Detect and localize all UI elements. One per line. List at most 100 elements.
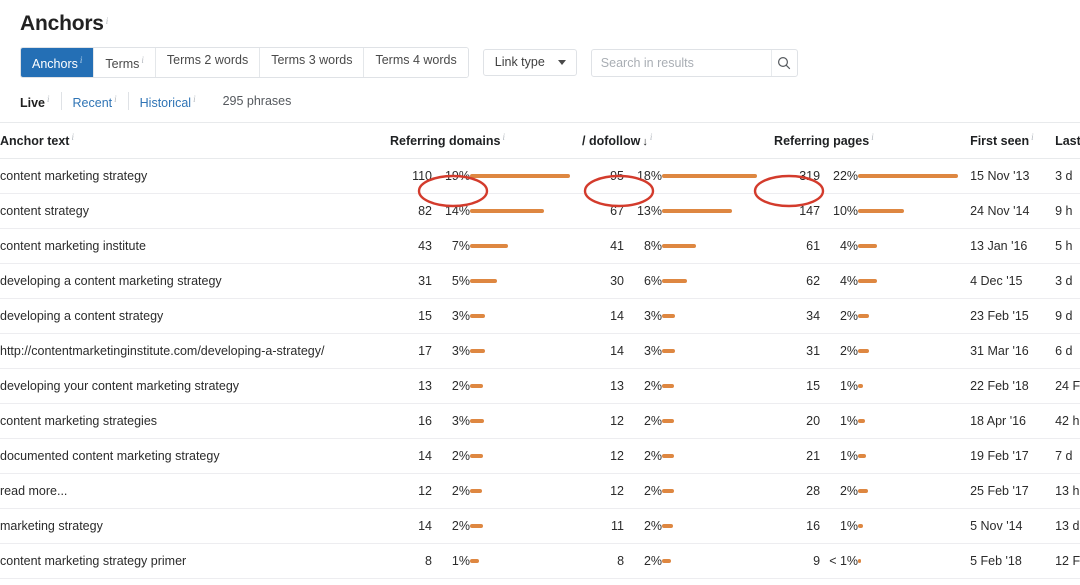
table-row[interactable]: content marketing institute437%418%614%1… <box>0 229 1080 264</box>
dofollow-bar-fill <box>662 314 675 318</box>
referring-pages-bar <box>858 194 970 229</box>
column-header-first-seen[interactable]: First seeni <box>970 123 1055 159</box>
anchor-text-cell[interactable]: http://contentmarketinginstitute.com/dev… <box>0 334 390 369</box>
table-row[interactable]: developing a content strategy153%143%342… <box>0 299 1080 334</box>
referring-pages-bar <box>858 404 970 439</box>
subfilter-recent[interactable]: Recenti <box>62 92 129 110</box>
subfilter-recent-info-icon[interactable]: i <box>114 94 117 104</box>
dofollow-bar-fill <box>662 209 732 213</box>
table-row[interactable]: read more...122%122%282%25 Feb '1713 h <box>0 474 1080 509</box>
referring-domains-bar <box>470 474 582 509</box>
sort-descending-icon[interactable]: ↓ <box>642 136 648 148</box>
referring-domains-bar <box>470 544 582 579</box>
table-row[interactable]: developing your content marketing strate… <box>0 369 1080 404</box>
referring-pages-percent: < 1% <box>820 544 858 579</box>
anchor-text-info-icon[interactable]: i <box>71 132 74 142</box>
dofollow-percent: 2% <box>624 439 662 474</box>
first-seen-value: 23 Feb '15 <box>970 299 1055 334</box>
tab-anchors[interactable]: Anchorsi <box>21 48 94 77</box>
referring-pages-bar-fill <box>858 524 863 528</box>
table-row[interactable]: content marketing strategy primer81%82%9… <box>0 544 1080 579</box>
last-check-value: 9 h <box>1055 194 1080 229</box>
column-header-anchor-text[interactable]: Anchor texti <box>0 123 390 159</box>
column-header-dofollow[interactable]: / dofollow↓i <box>582 123 774 159</box>
table-row[interactable]: marketing strategy142%112%161%5 Nov '141… <box>0 509 1080 544</box>
dofollow-value: 12 <box>582 439 624 474</box>
referring-domains-percent: 2% <box>432 509 470 544</box>
referring-domains-percent: 19% <box>432 159 470 194</box>
referring-domains-bar-fill <box>470 349 485 353</box>
referring-domains-percent: 2% <box>432 439 470 474</box>
last-check-value: 7 d <box>1055 439 1080 474</box>
tab-terms[interactable]: Termsi <box>94 48 156 77</box>
referring-domains-bar-fill <box>470 279 497 283</box>
subfilter-historical-info-icon[interactable]: i <box>193 94 196 104</box>
page-title-info-icon[interactable]: i <box>106 16 109 26</box>
referring-pages-percent: 1% <box>820 369 858 404</box>
anchor-text-cell[interactable]: developing a content marketing strategy <box>0 264 390 299</box>
dofollow-value: 8 <box>582 544 624 579</box>
link-type-dropdown[interactable]: Link type <box>483 49 577 76</box>
table-row[interactable]: content marketing strategies163%122%201%… <box>0 404 1080 439</box>
anchor-text-cell[interactable]: content marketing strategy <box>0 159 390 194</box>
anchor-text-cell[interactable]: content marketing strategies <box>0 404 390 439</box>
table-row[interactable]: http://contentmarketinginstitute.com/dev… <box>0 334 1080 369</box>
tab-anchors-info-icon[interactable]: i <box>80 55 83 65</box>
subfilter-historical[interactable]: Historicali <box>129 92 207 110</box>
subfilter-live[interactable]: Livei <box>20 92 62 110</box>
referring-pages-percent: 10% <box>820 194 858 229</box>
last-check-value: 5 h <box>1055 229 1080 264</box>
anchor-text-cell[interactable]: documented content marketing strategy <box>0 439 390 474</box>
subfilter-live-info-icon[interactable]: i <box>47 94 50 104</box>
referring-pages-value: 319 <box>774 159 820 194</box>
anchor-text-cell[interactable]: developing a content strategy <box>0 299 390 334</box>
referring-domains-bar <box>470 229 582 264</box>
anchor-text-cell[interactable]: developing your content marketing strate… <box>0 369 390 404</box>
search-button[interactable] <box>771 50 797 76</box>
referring-pages-value: 20 <box>774 404 820 439</box>
tab-terms-2-words[interactable]: Terms 2 words <box>156 48 260 77</box>
anchor-text-cell[interactable]: read more... <box>0 474 390 509</box>
first-seen-value: 15 Nov '13 <box>970 159 1055 194</box>
anchor-text-cell[interactable]: marketing strategy <box>0 509 390 544</box>
column-header-last-check[interactable]: Last checki <box>1055 123 1080 159</box>
column-header-referring-pages[interactable]: Referring pagesi <box>774 123 970 159</box>
dofollow-info-icon[interactable]: i <box>650 132 653 142</box>
first-seen-info-icon[interactable]: i <box>1031 132 1034 142</box>
anchor-text-cell[interactable]: content strategy <box>0 194 390 229</box>
search-input[interactable] <box>592 50 771 76</box>
anchor-text-cell[interactable]: content marketing institute <box>0 229 390 264</box>
tab-terms-3-words[interactable]: Terms 3 words <box>260 48 364 77</box>
dofollow-percent: 13% <box>624 194 662 229</box>
anchors-table: Anchor texti Referring domainsi / dofoll… <box>0 123 1080 579</box>
first-seen-value: 24 Nov '14 <box>970 194 1055 229</box>
referring-domains-percent: 14% <box>432 194 470 229</box>
referring-pages-info-icon[interactable]: i <box>871 132 874 142</box>
anchor-text-cell[interactable]: content marketing strategy primer <box>0 544 390 579</box>
subfilter-recent-label: Recent <box>73 96 113 110</box>
tab-terms-info-icon[interactable]: i <box>141 55 144 65</box>
first-seen-value: 19 Feb '17 <box>970 439 1055 474</box>
table-row[interactable]: content marketing strategy11019%9518%319… <box>0 159 1080 194</box>
referring-domains-info-icon[interactable]: i <box>502 132 505 142</box>
first-seen-value: 5 Nov '14 <box>970 509 1055 544</box>
referring-pages-bar <box>858 229 970 264</box>
referring-domains-bar-fill <box>470 489 482 493</box>
table-row[interactable]: developing a content marketing strategy3… <box>0 264 1080 299</box>
referring-pages-bar-fill <box>858 419 865 423</box>
column-header-referring-domains[interactable]: Referring domainsi <box>390 123 582 159</box>
first-seen-value: 13 Jan '16 <box>970 229 1055 264</box>
referring-domains-bar <box>470 194 582 229</box>
table-row[interactable]: documented content marketing strategy142… <box>0 439 1080 474</box>
first-seen-value: 5 Feb '18 <box>970 544 1055 579</box>
table-row[interactable]: content strategy8214%6713%14710%24 Nov '… <box>0 194 1080 229</box>
anchors-table-body: content marketing strategy11019%9518%319… <box>0 159 1080 579</box>
referring-domains-value: 82 <box>390 194 432 229</box>
tab-terms-4-words[interactable]: Terms 4 words <box>364 48 467 77</box>
dofollow-value: 14 <box>582 334 624 369</box>
dofollow-bar-fill <box>662 559 671 563</box>
last-check-value: 3 d <box>1055 159 1080 194</box>
referring-pages-percent: 22% <box>820 159 858 194</box>
referring-pages-value: 147 <box>774 194 820 229</box>
referring-pages-bar <box>858 334 970 369</box>
